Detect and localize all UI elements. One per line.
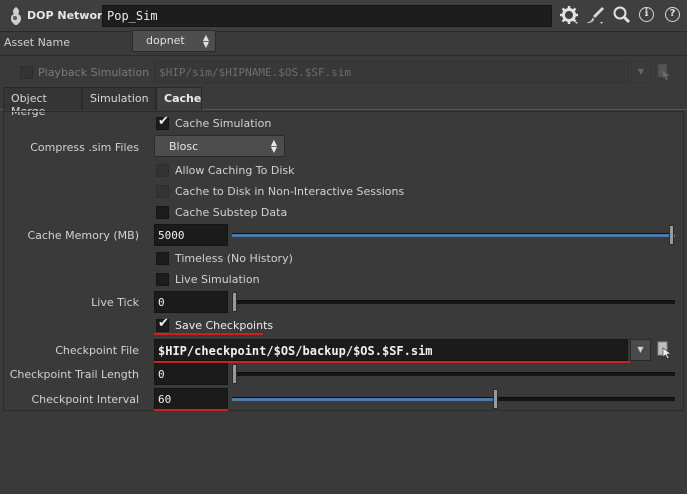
tab-cache[interactable]: Cache: [156, 87, 202, 110]
playback-simulation-label: Playback Simulation: [38, 66, 150, 79]
dop-network-icon[interactable]: [8, 6, 24, 26]
asset-name-dropdown[interactable]: dopnet ▲ ▼: [132, 30, 216, 52]
cache-substep-data-label: Cache Substep Data: [175, 206, 288, 219]
live-simulation-checkbox[interactable]: [156, 273, 169, 286]
cache-simulation-checkbox[interactable]: [156, 114, 169, 130]
checkpoint-interval-slider[interactable]: [232, 389, 675, 409]
brush-icon[interactable]: [585, 5, 605, 25]
compress-dropdown[interactable]: Blosc ▲ ▼: [154, 135, 285, 157]
slider-handle[interactable]: [232, 364, 237, 384]
compress-value: Blosc: [169, 140, 199, 153]
checkpoint-interval-label: Checkpoint Interval: [31, 393, 139, 406]
slider-handle[interactable]: [669, 225, 674, 245]
slider-handle[interactable]: [232, 292, 237, 312]
gear-icon[interactable]: [559, 5, 579, 25]
checkpoint-trail-length-label: Checkpoint Trail Length: [9, 368, 139, 381]
separator: [0, 55, 687, 56]
checkpoint-trail-length-slider[interactable]: [232, 364, 675, 384]
cache-memory-slider[interactable]: [232, 225, 675, 245]
asset-name-value: dopnet: [146, 34, 185, 47]
magnifier-icon[interactable]: [612, 5, 632, 25]
playback-file-menu[interactable]: ▼: [631, 61, 651, 83]
timeless-checkbox[interactable]: [156, 252, 169, 265]
save-checkpoints-checkbox[interactable]: [156, 316, 169, 332]
compress-label: Compress .sim Files: [30, 141, 139, 154]
live-simulation-label: Live Simulation: [175, 273, 260, 286]
tab-simulation[interactable]: Simulation: [82, 87, 156, 110]
file-chooser-icon[interactable]: [657, 341, 673, 359]
asset-name-label: Asset Name: [4, 36, 71, 49]
cache-simulation-label: Cache Simulation: [175, 117, 272, 130]
cache-to-disk-noninteractive-label: Cache to Disk in Non-Interactive Session…: [175, 185, 405, 198]
updown-arrows-icon: ▲ ▼: [270, 138, 277, 154]
highlight-underline: [154, 409, 228, 411]
checkpoint-file-menu[interactable]: ▼: [630, 339, 651, 361]
playback-file-field[interactable]: $HIP/sim/$HIPNAME.$OS.$SF.sim: [154, 61, 629, 83]
save-checkpoints-label: Save Checkpoints: [175, 319, 274, 332]
live-tick-field[interactable]: 0: [154, 291, 228, 313]
timeless-label: Timeless (No History): [175, 252, 293, 265]
slider-fill: [232, 398, 496, 401]
cache-substep-data-checkbox[interactable]: [156, 206, 169, 219]
checkpoint-interval-field[interactable]: 60: [154, 388, 228, 410]
slider-fill: [232, 234, 675, 237]
live-tick-label: Live Tick: [91, 296, 139, 309]
network-type-label: DOP Network: [27, 9, 110, 22]
checkpoint-file-field[interactable]: $HIP/checkpoint/$OS/backup/$OS.$SF.sim: [154, 339, 628, 361]
cache-memory-label: Cache Memory (MB): [27, 229, 139, 242]
checkpoint-file-label: Checkpoint File: [55, 344, 139, 357]
node-name-field[interactable]: Pop_Sim: [102, 5, 552, 27]
help-icon[interactable]: ?: [665, 7, 680, 22]
tab-object-merge[interactable]: Object Merge: [3, 87, 82, 118]
cache-to-disk-noninteractive-checkbox[interactable]: [156, 185, 169, 198]
slider-handle[interactable]: [492, 389, 498, 409]
cache-memory-field[interactable]: 5000: [154, 224, 228, 246]
allow-caching-to-disk-label: Allow Caching To Disk: [175, 164, 295, 177]
file-chooser-icon[interactable]: [657, 63, 671, 81]
playback-simulation-checkbox[interactable]: [20, 66, 33, 79]
cache-tab-panel: [3, 111, 684, 411]
live-tick-slider[interactable]: [232, 292, 675, 312]
allow-caching-to-disk-checkbox[interactable]: [156, 164, 169, 177]
highlight-underline: [154, 333, 263, 335]
updown-arrows-icon: ▲ ▼: [202, 33, 209, 49]
info-icon[interactable]: i: [639, 7, 654, 22]
checkpoint-trail-length-field[interactable]: 0: [154, 363, 228, 385]
